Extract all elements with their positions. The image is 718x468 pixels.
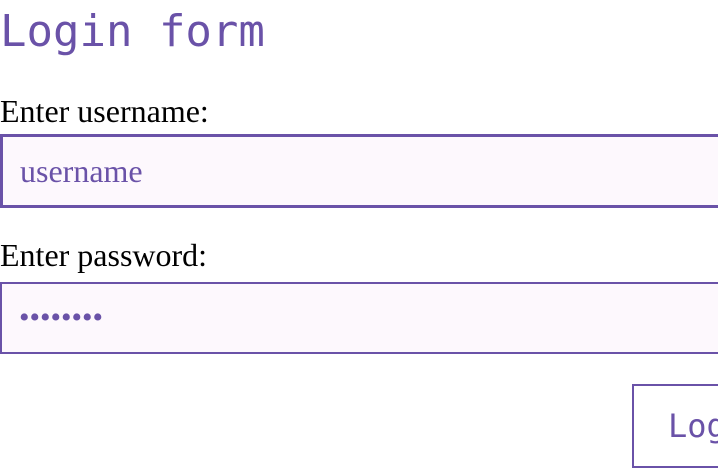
username-input[interactable] (0, 134, 718, 208)
login-page: Login form Enter username: Enter passwor… (0, 0, 718, 468)
page-title: Login form (0, 6, 265, 57)
username-label: Enter username: (0, 93, 209, 129)
password-label: Enter password: (0, 237, 208, 273)
login-button[interactable]: Login (632, 384, 718, 468)
password-input[interactable] (0, 282, 718, 354)
